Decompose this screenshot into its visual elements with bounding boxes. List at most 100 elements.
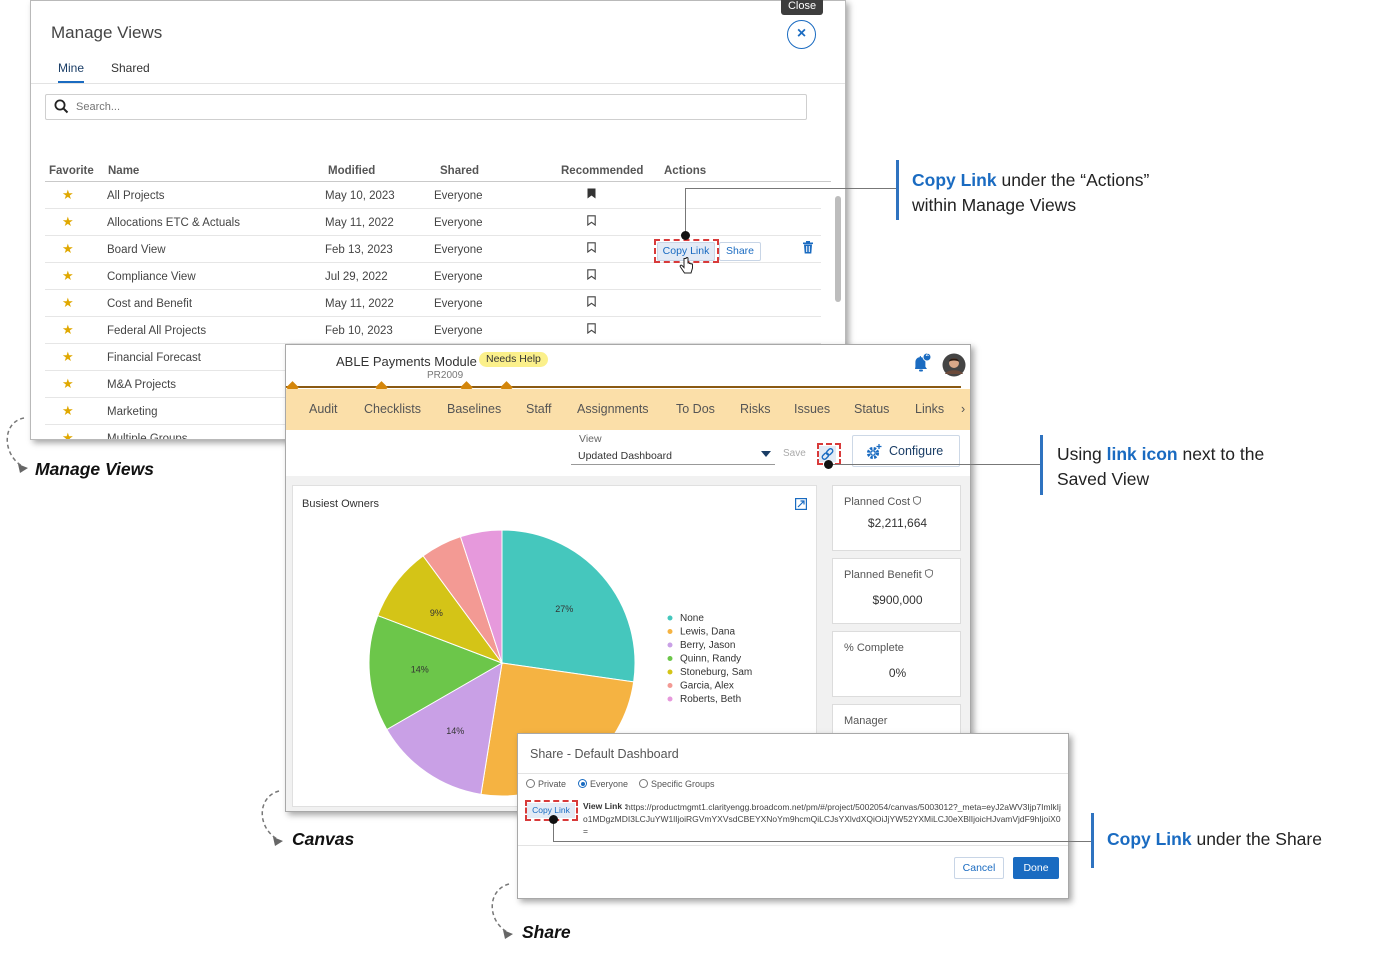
row-name[interactable]: Financial Forecast (107, 352, 201, 364)
curved-arrow-icon (261, 790, 283, 846)
tab-issues[interactable]: Issues (794, 402, 830, 416)
tab-links[interactable]: Links (915, 402, 944, 416)
favorite-star-icon[interactable]: ★ (62, 241, 74, 257)
bookmark-icon[interactable] (587, 188, 596, 202)
favorite-star-icon[interactable]: ★ (62, 268, 74, 284)
favorite-star-icon[interactable]: ★ (62, 376, 74, 392)
share-dialog: Share - Default Dashboard Private Everyo… (517, 733, 1069, 899)
table-row[interactable]: ★ Cost and Benefit May 11, 2022 Everyone (45, 290, 821, 317)
table-row[interactable]: ★ Federal All Projects Feb 10, 2023 Everyon… (45, 317, 821, 344)
radio-private[interactable]: Private (526, 779, 566, 789)
row-name[interactable]: Compliance View (107, 271, 196, 283)
close-button[interactable]: × (787, 20, 816, 49)
bookmark-icon[interactable] (587, 215, 596, 229)
row-modified: May 10, 2023 (325, 190, 395, 202)
col-actions: Actions (664, 165, 707, 177)
col-name[interactable]: Name (108, 165, 139, 177)
favorite-star-icon[interactable]: ★ (62, 214, 74, 230)
table-row[interactable]: ★ Allocations ETC & Actuals May 11, 2022 Ev… (45, 209, 821, 236)
avatar[interactable] (942, 353, 966, 382)
label-canvas: Canvas (292, 829, 355, 849)
tab-todos[interactable]: To Dos (676, 402, 715, 416)
radio-everyone[interactable]: Everyone (578, 779, 628, 789)
bookmark-icon[interactable] (587, 242, 596, 256)
col-recommended[interactable]: Recommended (561, 165, 643, 177)
search-input[interactable] (74, 98, 774, 116)
tab-staff[interactable]: Staff (526, 402, 551, 416)
tab-audit[interactable]: Audit (309, 402, 338, 416)
pie-data-label: 14% (446, 726, 464, 736)
tab-checklists[interactable]: Checklists (364, 402, 421, 416)
row-name[interactable]: M&A Projects (107, 379, 176, 391)
card-value: 0% (888, 666, 907, 680)
legend-entry: Roberts, Beth (680, 694, 741, 705)
configure-button[interactable]: Configure (852, 435, 960, 467)
bookmark-icon[interactable] (587, 296, 596, 310)
bookmark-icon[interactable] (587, 269, 596, 283)
done-button[interactable]: Done (1013, 857, 1059, 879)
favorite-star-icon[interactable]: ★ (62, 187, 74, 203)
view-select[interactable]: Updated Dashboard (571, 443, 775, 465)
row-name[interactable]: Federal All Projects (107, 325, 206, 337)
row-name[interactable]: Marketing (107, 406, 158, 418)
callout-share: Copy Link under the Share (1107, 829, 1322, 849)
card-label: Manager (844, 715, 888, 727)
tabs-more-arrow[interactable]: › (961, 402, 965, 416)
tab-baselines[interactable]: Baselines (447, 402, 501, 416)
scrollbar[interactable] (835, 196, 841, 302)
row-shared: Everyone (434, 190, 483, 202)
expand-icon[interactable] (795, 497, 808, 515)
connector-dot (824, 460, 833, 469)
modal-title: Manage Views (51, 23, 163, 42)
divider (518, 773, 1068, 774)
card-value: $2,211,664 (867, 516, 928, 530)
connector-line (685, 188, 686, 235)
tab-status[interactable]: Status (854, 402, 889, 416)
tab-mine[interactable]: Mine (58, 61, 85, 84)
project-id: PR2009 (427, 370, 464, 381)
col-shared[interactable]: Shared (440, 165, 479, 177)
save-button[interactable]: Save (783, 448, 806, 459)
trash-icon[interactable] (802, 241, 814, 259)
legend-entry: Berry, Jason (680, 640, 735, 651)
share-button[interactable]: Share (719, 242, 761, 261)
row-name[interactable]: Board View (107, 244, 166, 256)
tab-shared[interactable]: Shared (111, 61, 150, 81)
callout-link-icon: Using link icon next to the Saved View (1057, 444, 1265, 489)
col-modified[interactable]: Modified (328, 165, 375, 177)
search-box[interactable] (45, 94, 807, 120)
legend-entry: Lewis, Dana (680, 627, 735, 638)
chevron-down-icon (761, 451, 771, 457)
row-name[interactable]: All Projects (107, 190, 165, 202)
tab-assignments[interactable]: Assignments (577, 402, 649, 416)
view-link-url[interactable]: https://productmgmt1.clarityengg.broadco… (583, 801, 1061, 837)
row-modified: Feb 10, 2023 (325, 325, 393, 337)
favorite-star-icon[interactable]: ★ (62, 349, 74, 365)
cancel-button[interactable]: Cancel (954, 857, 1004, 879)
row-shared: Everyone (434, 244, 483, 256)
card-planned-benefit: Planned Benefit $900,000 (832, 558, 961, 624)
row-name[interactable]: Multiple Groups (107, 433, 188, 439)
tab-risks[interactable]: Risks (740, 402, 771, 416)
label-manage-views: Manage Views (35, 459, 154, 479)
table-row[interactable]: ★ All Projects May 10, 2023 Everyone (45, 182, 821, 209)
favorite-star-icon[interactable]: ★ (62, 322, 74, 338)
radio-specific-groups[interactable]: Specific Groups (639, 779, 715, 789)
favorite-star-icon[interactable]: ★ (62, 403, 74, 419)
legend-swatch (667, 696, 673, 702)
connector-dot (549, 815, 558, 824)
table-row[interactable]: ★ Compliance View Jul 29, 2022 Everyone (45, 263, 821, 290)
favorite-star-icon[interactable]: ★ (62, 295, 74, 311)
legend-entry: Quinn, Randy (680, 654, 741, 665)
row-modified: May 11, 2022 (325, 217, 394, 229)
view-select-value: Updated Dashboard (578, 450, 672, 462)
bookmark-icon[interactable] (587, 323, 596, 337)
legend-swatch (667, 669, 673, 675)
row-shared: Everyone (434, 217, 483, 229)
row-modified: Feb 13, 2023 (325, 244, 393, 256)
row-name[interactable]: Allocations ETC & Actuals (107, 217, 240, 229)
row-name[interactable]: Cost and Benefit (107, 298, 192, 310)
connector-line (685, 188, 896, 189)
favorite-star-icon[interactable]: ★ (62, 430, 74, 439)
row-shared: Everyone (434, 271, 483, 283)
